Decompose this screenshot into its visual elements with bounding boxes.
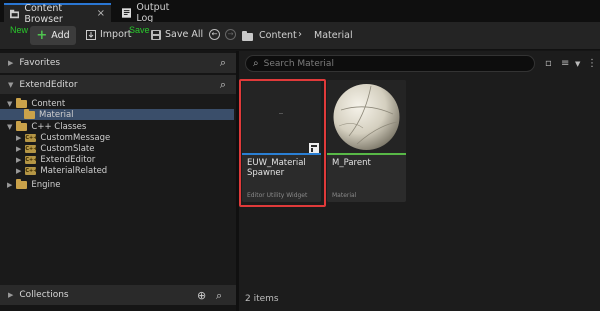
search-icon[interactable]: ⌕ [216, 289, 222, 303]
back-arrow-icon[interactable]: ← [209, 29, 220, 40]
forward-arrow-icon[interactable]: → [225, 29, 236, 40]
import-button[interactable]: Import [86, 29, 132, 40]
folder-icon [16, 178, 28, 189]
content-browser-icon [10, 9, 20, 18]
filter-icon[interactable]: ≡ [561, 58, 569, 69]
tree-item-label: Material [39, 109, 74, 120]
tree-item-label: ExtendEditor [40, 154, 96, 165]
expand-arrow-icon: ▶ [16, 133, 22, 142]
add-button[interactable]: + Add [30, 26, 76, 45]
plus-icon: + [36, 27, 48, 43]
tree-item-content[interactable]: ▼ Content [7, 97, 66, 109]
tree-item-module[interactable]: ▶ C++ CustomSlate [16, 143, 94, 154]
import-icon [86, 29, 96, 40]
project-header[interactable]: ▼ ExtendEditor ⌕ [0, 75, 236, 95]
tree-item-module[interactable]: ▶ C++ MaterialRelated [16, 165, 107, 176]
favorites-label: Favorites [19, 58, 61, 68]
search-placeholder: Search Material [263, 58, 334, 69]
save-icon [151, 29, 161, 40]
folder-icon [24, 108, 35, 119]
tree-item-material[interactable]: Material [0, 108, 234, 120]
asset-name: M_Parent [332, 158, 371, 168]
breadcrumb-content[interactable]: Content [259, 30, 297, 41]
tree-item-engine[interactable]: ▶ Engine [7, 178, 61, 190]
tree-item-label: Content [31, 98, 66, 109]
search-icon: ⌕ [253, 58, 259, 69]
project-label: ExtendEditor [19, 80, 78, 90]
folder-open-icon [16, 120, 28, 131]
add-button-label: Add [51, 30, 70, 41]
expand-arrow-icon: ▶ [16, 144, 22, 153]
item-count: 2 items [245, 294, 279, 304]
tab-output-log-label: Output Log [136, 1, 170, 24]
selection-highlight [239, 79, 326, 207]
import-button-label: Import [100, 29, 132, 40]
output-log-icon [122, 7, 132, 18]
tab-bar: Content Browser × Output Log [0, 0, 600, 25]
folder-open-icon [16, 97, 28, 108]
asset-type: Material [332, 192, 357, 199]
collapse-arrow-icon: ▼ [7, 122, 13, 131]
expand-arrow-icon: ▶ [16, 155, 22, 164]
collapse-arrow-icon: ▼ [8, 81, 14, 89]
asset-type-bar [327, 153, 406, 155]
settings-icon[interactable]: ⋮ [587, 58, 597, 69]
material-sphere-preview [333, 84, 400, 150]
tab-content-browser[interactable]: Content Browser × [4, 3, 111, 25]
close-tab-icon[interactable]: × [97, 8, 105, 19]
cpp-module-icon: C++ [25, 155, 38, 164]
asset-card[interactable]: M_Parent Material [327, 80, 406, 202]
expand-arrow-icon: ▶ [7, 180, 13, 189]
expand-arrow-icon: ▶ [8, 59, 14, 67]
breadcrumb-material[interactable]: Material [314, 30, 353, 41]
tree-item-label: MaterialRelated [40, 165, 108, 176]
collections-header[interactable]: ▶ Collections ⊕ ⌕ [0, 285, 236, 305]
tree-item-label: C++ Classes [31, 121, 87, 132]
add-collection-icon[interactable]: ⊕ [197, 289, 206, 302]
expand-arrow-icon: ▶ [16, 166, 22, 175]
tab-output-log[interactable]: Output Log [116, 1, 192, 24]
save-search-icon[interactable]: ▫ [545, 58, 552, 69]
collapse-arrow-icon: ▼ [7, 99, 13, 108]
tree-item-label: CustomMessage [40, 132, 111, 143]
folder-tree: ▼ Content Material ▼ C++ Classes ▶ C++ C… [0, 94, 236, 296]
save-annotation: Save [129, 25, 150, 35]
search-icon[interactable]: ⌕ [220, 56, 226, 70]
tree-item-label: CustomSlate [40, 143, 95, 154]
new-annotation: New [10, 25, 29, 35]
tree-item-label: Engine [31, 179, 61, 190]
folder-icon [242, 31, 253, 41]
save-all-button[interactable]: Save All [151, 29, 203, 40]
sources-panel: ▶ Favorites ⌕ ▼ ExtendEditor ⌕ ▼ Content… [0, 51, 236, 311]
cpp-module-icon: C++ [25, 166, 38, 175]
chevron-down-icon[interactable]: ▼ [575, 60, 580, 68]
breadcrumb-chevron-icon: › [298, 29, 302, 40]
search-input[interactable]: ⌕ Search Material [245, 55, 535, 72]
tree-item-module[interactable]: ▶ C++ ExtendEditor [16, 154, 95, 165]
tree-item-cpp-classes[interactable]: ▼ C++ Classes [7, 120, 87, 132]
cpp-module-icon: C++ [25, 144, 38, 153]
tree-item-module[interactable]: ▶ C++ CustomMessage [16, 132, 110, 143]
search-icon[interactable]: ⌕ [220, 78, 226, 92]
favorites-header[interactable]: ▶ Favorites ⌕ [0, 53, 236, 73]
collections-label: Collections [19, 290, 69, 300]
expand-arrow-icon: ▶ [8, 291, 14, 299]
save-all-label: Save All [165, 29, 204, 40]
asset-thumbnail [327, 80, 406, 153]
cpp-module-icon: C++ [25, 133, 38, 142]
